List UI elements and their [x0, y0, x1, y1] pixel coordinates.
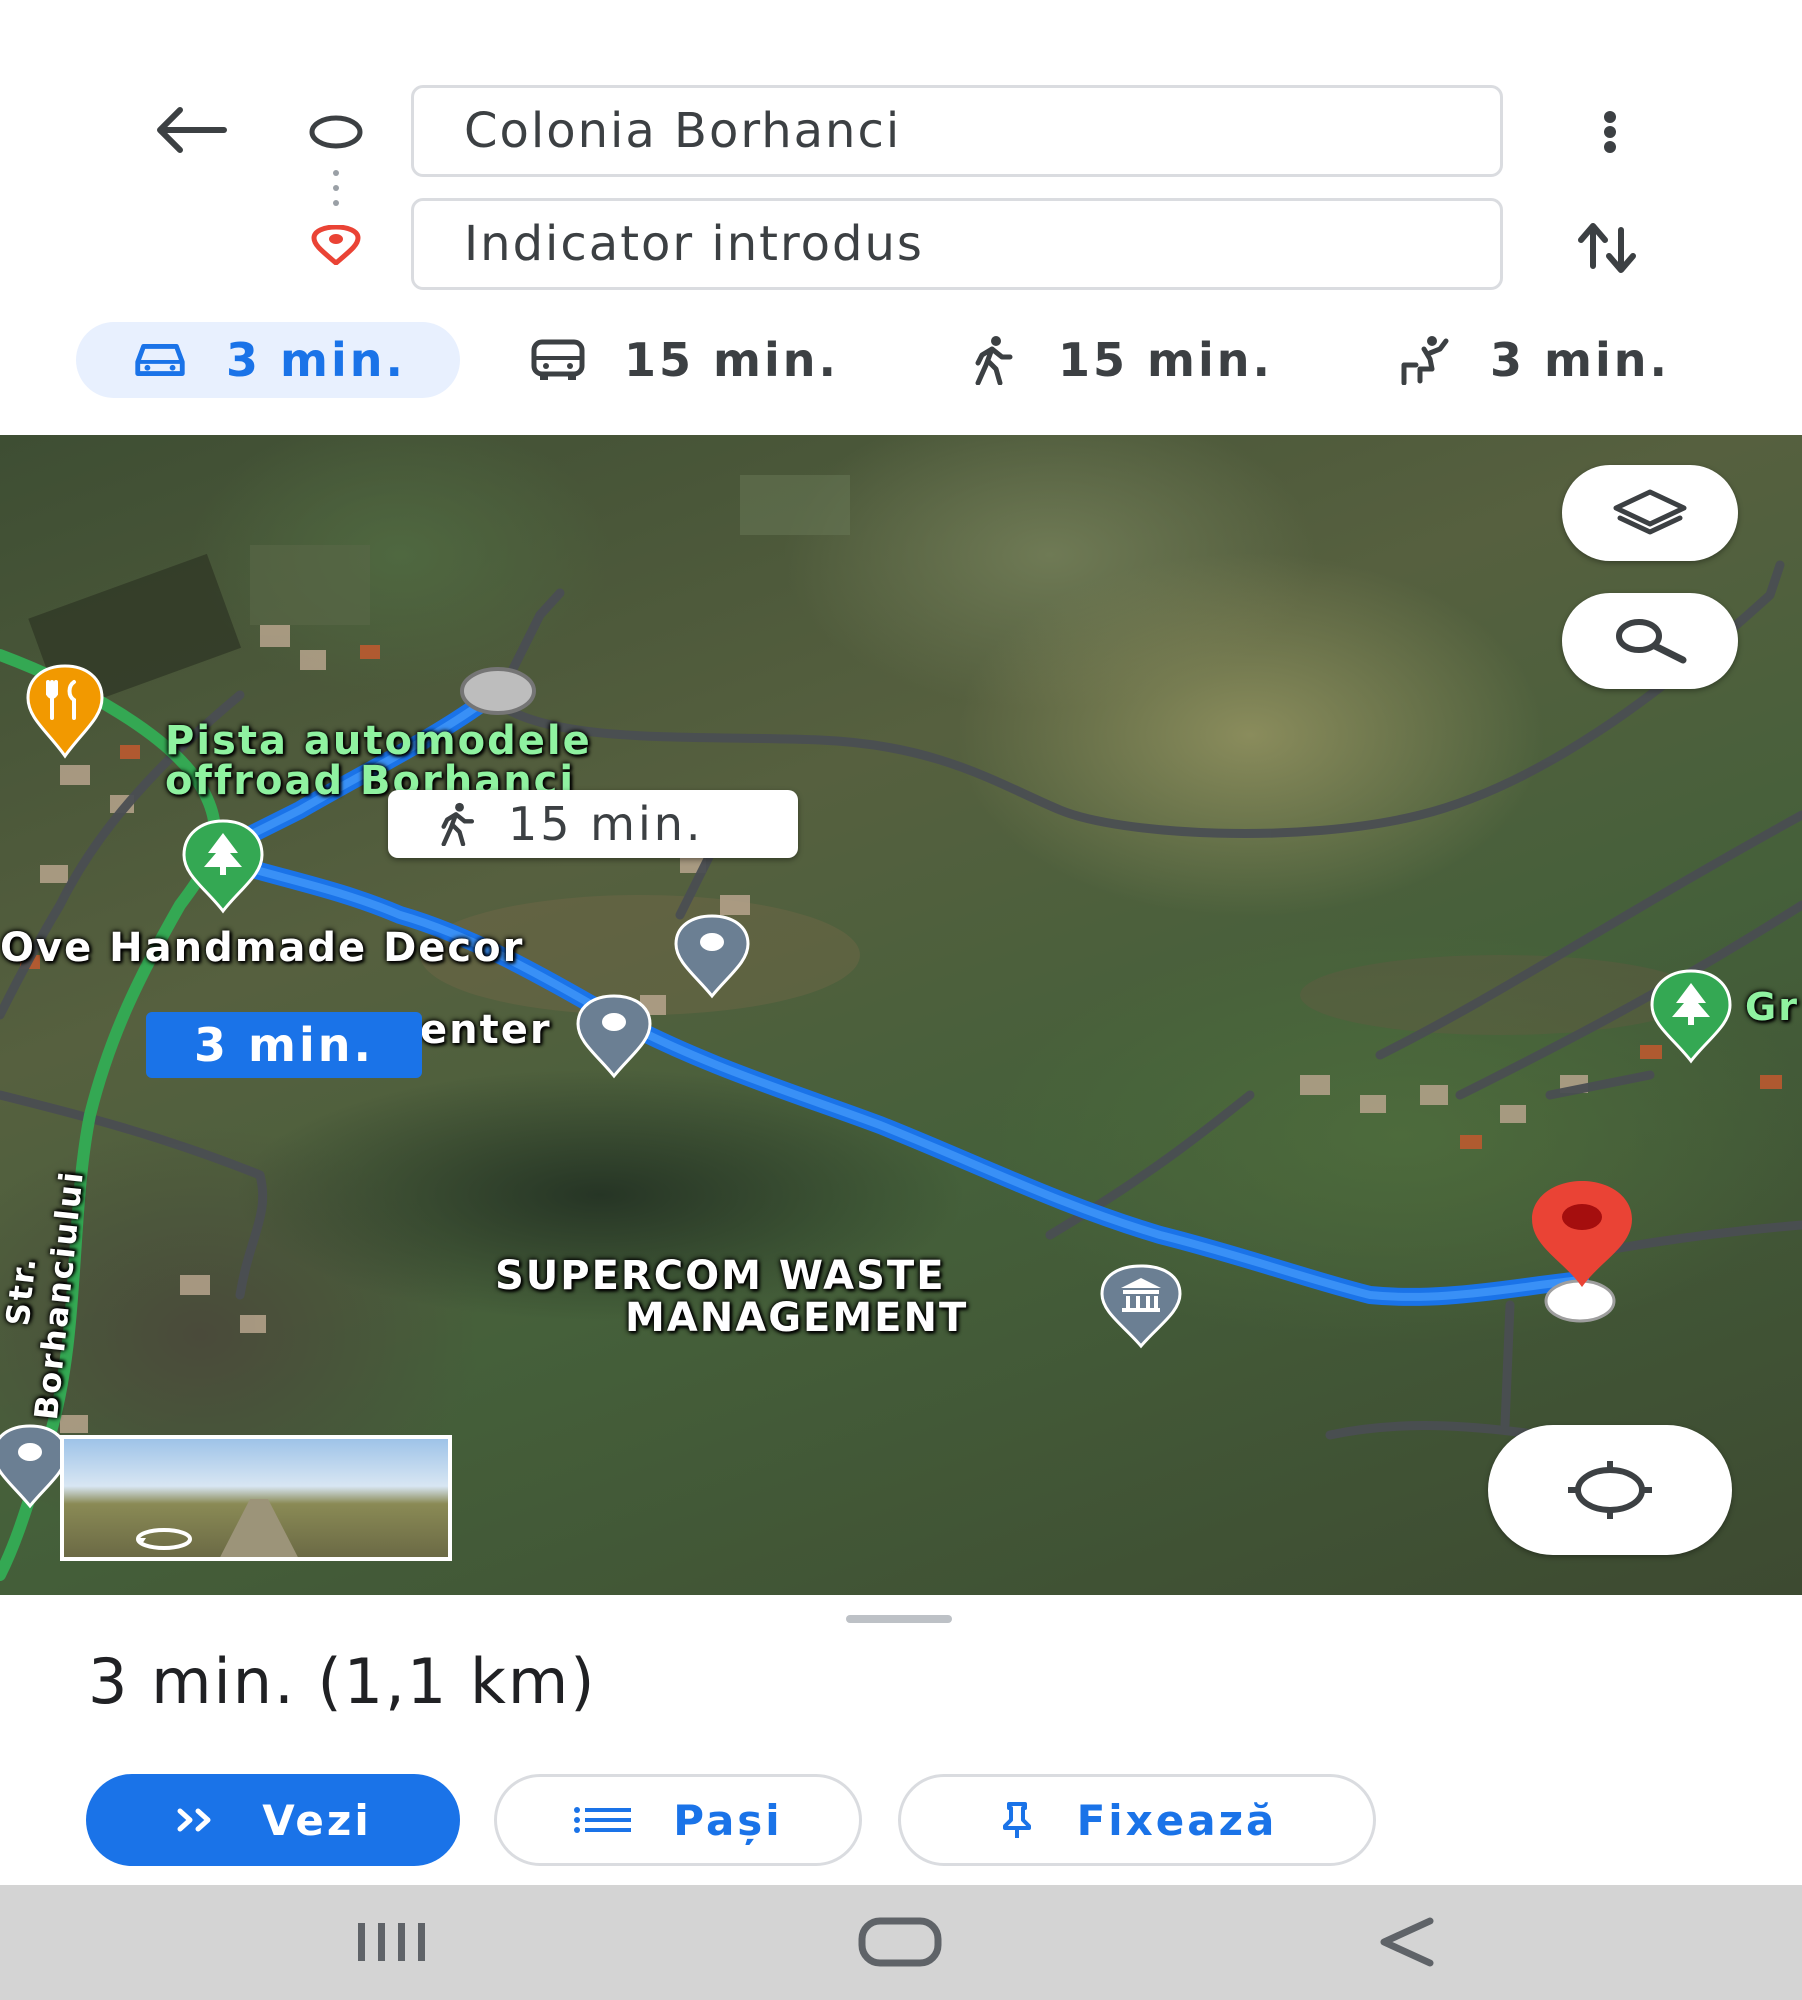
walking-person-icon — [962, 330, 1022, 390]
poi-label-center[interactable]: enter — [420, 1007, 552, 1053]
pin-route-label: Fixează — [1076, 1795, 1278, 1845]
layers-button[interactable] — [1562, 465, 1738, 561]
start-navigation-label: Vezi — [262, 1795, 372, 1845]
poi-label-gr[interactable]: Gr — [1745, 985, 1799, 1029]
origin-field-text: Colonia Borhanci — [464, 103, 902, 159]
navigation-chevrons-icon — [174, 1805, 222, 1835]
destination-field[interactable]: Indicator introdus — [411, 198, 1503, 290]
back-arrow-icon[interactable] — [150, 100, 230, 160]
ride-hailing-person-icon — [1394, 330, 1454, 390]
destination-marker-icon[interactable] — [1526, 1175, 1642, 1325]
steps-button[interactable]: Pași — [494, 1774, 862, 1866]
car-time-callout-label: 3 min. — [194, 1018, 374, 1072]
route-summary-title: 3 min. (1,1 km) — [88, 1645, 597, 1718]
rotate-360-icon — [134, 1524, 194, 1554]
mode-car-tab[interactable]: 3 min. — [76, 322, 460, 398]
system-back-icon[interactable] — [1372, 1915, 1442, 1969]
system-navigation-bar — [0, 1885, 1802, 2000]
pin-route-button[interactable]: Fixează — [898, 1774, 1376, 1866]
start-navigation-button[interactable]: Vezi — [86, 1774, 460, 1866]
sheet-drag-handle[interactable] — [846, 1615, 952, 1623]
poi-label-supercom-line1[interactable]: SUPERCOM WASTE — [495, 1253, 946, 1299]
mode-walk-label: 15 min. — [1058, 333, 1273, 387]
origin-circle-icon — [304, 108, 368, 156]
poi-label-supercom-line2[interactable]: MANAGEMENT — [625, 1295, 968, 1341]
mode-car-label: 3 min. — [226, 333, 406, 387]
steps-label: Pași — [673, 1795, 783, 1845]
list-icon — [573, 1805, 633, 1835]
street-view-thumbnail[interactable] — [60, 1435, 452, 1561]
government-building-pin-icon[interactable] — [1096, 1260, 1186, 1350]
restaurant-pin-icon[interactable] — [22, 660, 108, 760]
origin-field[interactable]: Colonia Borhanci — [411, 85, 1503, 177]
walk-time-callout-label: 15 min. — [508, 797, 704, 851]
mode-walk-tab[interactable]: 15 min. — [962, 322, 1273, 398]
transit-bus-icon — [528, 330, 588, 390]
park-pin-icon[interactable] — [1646, 965, 1736, 1065]
swap-directions-icon[interactable] — [1570, 212, 1650, 282]
car-time-callout[interactable]: 3 min. — [146, 1012, 422, 1078]
poi-label-love-handmade[interactable]: Ove Handmade Decor — [0, 925, 524, 971]
park-pin-icon[interactable] — [178, 815, 268, 915]
satellite-map[interactable]: Pista automodele offroad Borhanci Ove Ha… — [0, 435, 1802, 1595]
car-icon — [130, 330, 190, 390]
destination-pin-icon — [304, 222, 368, 268]
walk-time-callout[interactable]: 15 min. — [388, 790, 798, 858]
recent-apps-icon[interactable] — [352, 1917, 438, 1967]
mode-ride-label: 3 min. — [1490, 333, 1670, 387]
place-pin-icon[interactable] — [572, 990, 656, 1080]
pin-thumbtack-icon — [997, 1800, 1037, 1840]
walking-person-icon — [434, 802, 478, 846]
my-location-button[interactable] — [1488, 1425, 1732, 1555]
destination-field-text: Indicator introdus — [464, 216, 924, 272]
street-view-road — [214, 1499, 304, 1557]
home-icon[interactable] — [856, 1915, 944, 1969]
mode-transit-label: 15 min. — [624, 333, 839, 387]
more-options-icon[interactable] — [1590, 100, 1630, 164]
directions-header: Colonia Borhanci Indicator introdus 3 mi… — [0, 0, 1802, 435]
layers-icon — [1612, 488, 1688, 538]
search-along-route-button[interactable] — [1562, 593, 1738, 689]
place-pin-icon[interactable] — [670, 910, 754, 1000]
search-icon — [1611, 618, 1689, 664]
mode-ride-tab[interactable]: 3 min. — [1394, 322, 1670, 398]
my-location-crosshair-icon — [1562, 1459, 1658, 1521]
route-dots-icon — [326, 168, 346, 212]
mode-transit-tab[interactable]: 15 min. — [528, 322, 839, 398]
